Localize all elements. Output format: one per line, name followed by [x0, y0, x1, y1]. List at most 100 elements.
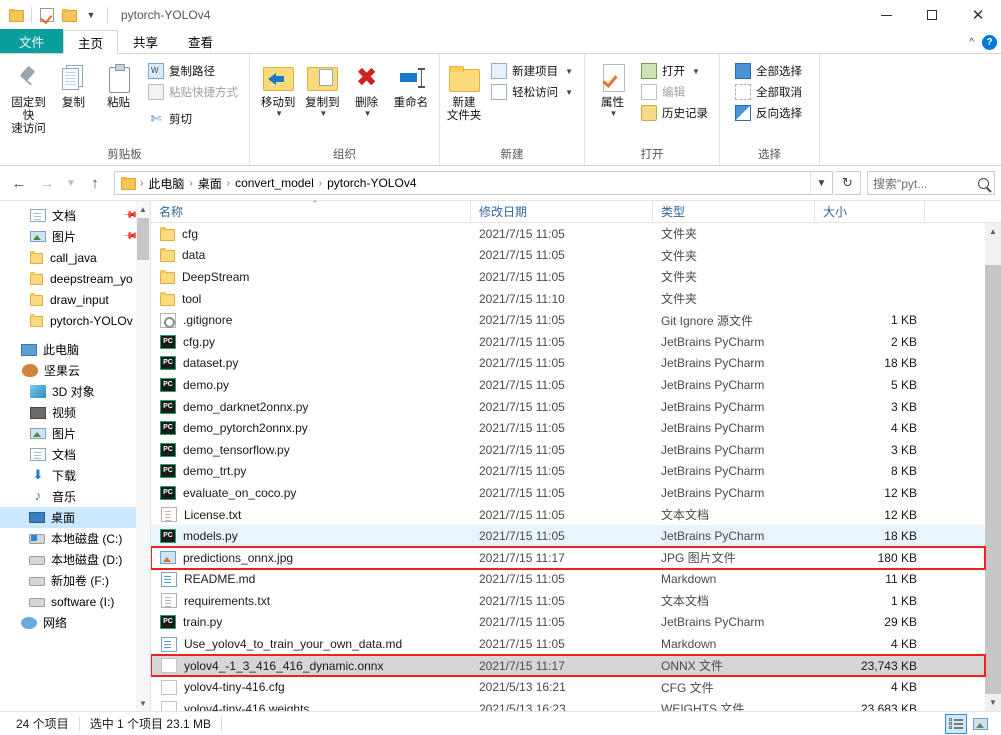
- properties-button[interactable]: 属性 ▼: [591, 57, 634, 118]
- maximize-button[interactable]: [909, 0, 955, 30]
- breadcrumb-item-convert-model[interactable]: convert_model: [231, 175, 318, 191]
- rename-button[interactable]: 重命名: [389, 57, 433, 110]
- table-row[interactable]: README.md 2021/7/15 11:05 Markdown 11 KB: [151, 569, 985, 591]
- open-button[interactable]: 打开 ▼: [636, 61, 713, 81]
- copy-to-button[interactable]: 复制到 ▼: [300, 57, 344, 118]
- nav-item-documents-2[interactable]: 文档: [0, 444, 150, 465]
- folder-icon[interactable]: [5, 4, 27, 26]
- nav-item-this-pc[interactable]: 此电脑: [0, 339, 150, 360]
- recent-locations-button[interactable]: ▼: [62, 170, 80, 196]
- table-row[interactable]: demo_trt.py 2021/7/15 11:05 JetBrains Py…: [151, 461, 985, 483]
- nav-item-desktop[interactable]: 桌面: [0, 507, 150, 528]
- move-to-button[interactable]: 移动到 ▼: [256, 57, 300, 118]
- nav-item-deepstream[interactable]: deepstream_yo: [0, 268, 150, 289]
- chevron-down-icon[interactable]: ▼: [565, 67, 573, 76]
- breadcrumb-item-desktop[interactable]: 桌面: [194, 174, 226, 193]
- nav-item-network[interactable]: 网络: [0, 612, 150, 633]
- nav-item-pytorch-yolov4[interactable]: pytorch-YOLOv: [0, 310, 150, 331]
- invert-selection-button[interactable]: 反向选择: [730, 103, 807, 123]
- table-row[interactable]: yolov4_-1_3_416_416_dynamic.onnx 2021/7/…: [151, 653, 986, 678]
- table-row[interactable]: demo.py 2021/7/15 11:05 JetBrains PyChar…: [151, 374, 985, 396]
- cut-button[interactable]: ✄ 剪切: [143, 109, 243, 129]
- nav-item-draw-input[interactable]: draw_input: [0, 289, 150, 310]
- nav-item-pictures-2[interactable]: 图片: [0, 423, 150, 444]
- table-row[interactable]: predictions_onnx.jpg 2021/7/15 11:17 JPG…: [151, 545, 986, 570]
- thumbnail-view-button[interactable]: [969, 714, 991, 734]
- nav-item-videos[interactable]: 视频: [0, 402, 150, 423]
- chevron-down-icon[interactable]: ▼: [364, 109, 372, 118]
- edit-button[interactable]: 编辑: [636, 82, 713, 102]
- minimize-button[interactable]: [863, 0, 909, 30]
- chevron-down-icon[interactable]: ▼: [319, 109, 327, 118]
- history-button[interactable]: 历史记录: [636, 103, 713, 123]
- table-row[interactable]: demo_pytorch2onnx.py 2021/7/15 11:05 Jet…: [151, 417, 985, 439]
- address-dropdown-icon[interactable]: ▼: [810, 172, 832, 194]
- tab-file[interactable]: 文件: [0, 29, 64, 53]
- scroll-up-icon[interactable]: ▲: [136, 201, 150, 217]
- table-row[interactable]: License.txt 2021/7/15 11:05 文本文档 12 KB: [151, 504, 985, 526]
- tab-share[interactable]: 共享: [118, 29, 173, 53]
- refresh-button[interactable]: ↻: [835, 171, 861, 195]
- select-all-button[interactable]: 全部选择: [730, 61, 807, 81]
- paste-shortcut-button[interactable]: 粘贴快捷方式: [143, 82, 243, 102]
- table-row[interactable]: .gitignore 2021/7/15 11:05 Git Ignore 源文…: [151, 309, 985, 331]
- nav-item-3d-objects[interactable]: 3D 对象: [0, 381, 150, 402]
- table-row[interactable]: evaluate_on_coco.py 2021/7/15 11:05 JetB…: [151, 482, 985, 504]
- nav-item-music[interactable]: ♪ 音乐: [0, 486, 150, 507]
- help-icon[interactable]: ?: [982, 35, 997, 50]
- breadcrumb-item-this-pc[interactable]: 此电脑: [144, 174, 188, 193]
- copy-path-button[interactable]: 复制路径: [143, 61, 243, 81]
- chevron-down-icon[interactable]: ▼: [275, 109, 283, 118]
- table-row[interactable]: yolov4-tiny-416.cfg 2021/5/13 16:21 CFG …: [151, 676, 985, 698]
- file-list-scrollbar[interactable]: ▲ ▼: [985, 223, 1001, 711]
- select-none-button[interactable]: 全部取消: [730, 82, 807, 102]
- customize-dropdown-icon[interactable]: ▼: [80, 4, 102, 26]
- nav-item-nutstore[interactable]: 坚果云: [0, 360, 150, 381]
- table-row[interactable]: data 2021/7/15 11:05 文件夹: [151, 245, 985, 267]
- nav-scrollbar[interactable]: ▲ ▼: [136, 201, 150, 711]
- breadcrumb-bar[interactable]: › 此电脑 › 桌面 › convert_model › pytorch-YOL…: [114, 171, 833, 195]
- breadcrumb-item-pytorch-yolov4[interactable]: pytorch-YOLOv4: [323, 175, 420, 191]
- paste-button[interactable]: 粘贴: [96, 57, 141, 110]
- table-row[interactable]: demo_darknet2onnx.py 2021/7/15 11:05 Jet…: [151, 396, 985, 418]
- search-box[interactable]: 搜索"pyt...: [867, 171, 995, 195]
- table-row[interactable]: Use_yolov4_to_train_your_own_data.md 202…: [151, 633, 985, 655]
- table-row[interactable]: requirements.txt 2021/7/15 11:05 文本文档 1 …: [151, 590, 985, 612]
- tab-home[interactable]: 主页: [63, 30, 119, 54]
- table-row[interactable]: train.py 2021/7/15 11:05 JetBrains PyCha…: [151, 612, 985, 634]
- tab-view[interactable]: 查看: [173, 29, 228, 53]
- table-row[interactable]: DeepStream 2021/7/15 11:05 文件夹: [151, 266, 985, 288]
- table-row[interactable]: yolov4-tiny-416.weights 2021/5/13 16:23 …: [151, 698, 985, 711]
- nav-item-drive-d[interactable]: 本地磁盘 (D:): [0, 549, 150, 570]
- nav-item-drive-c[interactable]: 本地磁盘 (C:): [0, 528, 150, 549]
- chevron-down-icon[interactable]: ▼: [610, 109, 618, 118]
- details-view-button[interactable]: [945, 713, 967, 734]
- nav-scroll-thumb[interactable]: [137, 218, 149, 260]
- nav-item-drive-f[interactable]: 新加卷 (F:): [0, 570, 150, 591]
- scroll-down-icon[interactable]: ▼: [985, 694, 1001, 711]
- copy-button[interactable]: 复制: [51, 57, 96, 110]
- table-row[interactable]: models.py 2021/7/15 11:05 JetBrains PyCh…: [151, 525, 985, 547]
- table-row[interactable]: cfg.py 2021/7/15 11:05 JetBrains PyCharm…: [151, 331, 985, 353]
- forward-button[interactable]: →: [34, 170, 60, 196]
- new-folder-button[interactable]: 新建 文件夹: [446, 57, 482, 123]
- new-item-button[interactable]: 新建项目 ▼: [486, 61, 578, 81]
- delete-button[interactable]: ✖ 删除 ▼: [345, 57, 389, 118]
- chevron-down-icon[interactable]: ▼: [692, 67, 700, 76]
- table-row[interactable]: cfg 2021/7/15 11:05 文件夹: [151, 223, 985, 245]
- nav-item-drive-i[interactable]: software (I:): [0, 591, 150, 612]
- scroll-down-icon[interactable]: ▼: [136, 695, 150, 711]
- nav-item-pictures[interactable]: 图片 📌: [0, 226, 150, 247]
- chevron-up-icon[interactable]: ^: [969, 37, 974, 48]
- new-folder-icon[interactable]: [58, 4, 80, 26]
- table-row[interactable]: demo_tensorflow.py 2021/7/15 11:05 JetBr…: [151, 439, 985, 461]
- nav-item-call-java[interactable]: call_java: [0, 247, 150, 268]
- search-icon[interactable]: [978, 177, 989, 189]
- up-button[interactable]: ↑: [82, 170, 108, 196]
- nav-item-downloads[interactable]: ⬇ 下载: [0, 465, 150, 486]
- close-button[interactable]: ✕: [955, 0, 1001, 30]
- properties-check-icon[interactable]: [36, 4, 58, 26]
- column-header-date[interactable]: 修改日期: [471, 200, 653, 223]
- chevron-down-icon[interactable]: ▼: [565, 88, 573, 97]
- scroll-up-icon[interactable]: ▲: [985, 223, 1001, 240]
